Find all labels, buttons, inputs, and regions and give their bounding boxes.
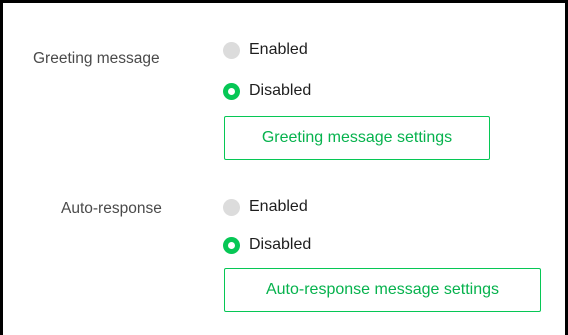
radio-unselected-icon[interactable] (223, 198, 240, 216)
settings-panel: Greeting message Enabled Disabled Greeti… (0, 0, 568, 335)
radio-selected-icon[interactable] (223, 82, 240, 100)
auto-response-label: Auto-response (61, 200, 162, 217)
auto-response-disabled-option[interactable]: Disabled (223, 233, 311, 257)
greeting-disabled-label: Disabled (249, 82, 312, 99)
auto-response-disabled-label: Disabled (249, 236, 312, 253)
greeting-enabled-option[interactable]: Enabled (223, 38, 308, 62)
radio-unselected-icon[interactable] (223, 41, 240, 59)
auto-response-enabled-label: Enabled (249, 198, 308, 215)
auto-response-message-settings-button[interactable]: Auto-response message settings (224, 268, 541, 312)
greeting-enabled-label: Enabled (249, 41, 308, 58)
greeting-message-label: Greeting message (33, 50, 160, 67)
greeting-disabled-option[interactable]: Disabled (223, 79, 311, 103)
auto-response-enabled-option[interactable]: Enabled (223, 195, 308, 219)
greeting-message-settings-button[interactable]: Greeting message settings (224, 116, 490, 160)
radio-selected-icon[interactable] (223, 236, 240, 254)
